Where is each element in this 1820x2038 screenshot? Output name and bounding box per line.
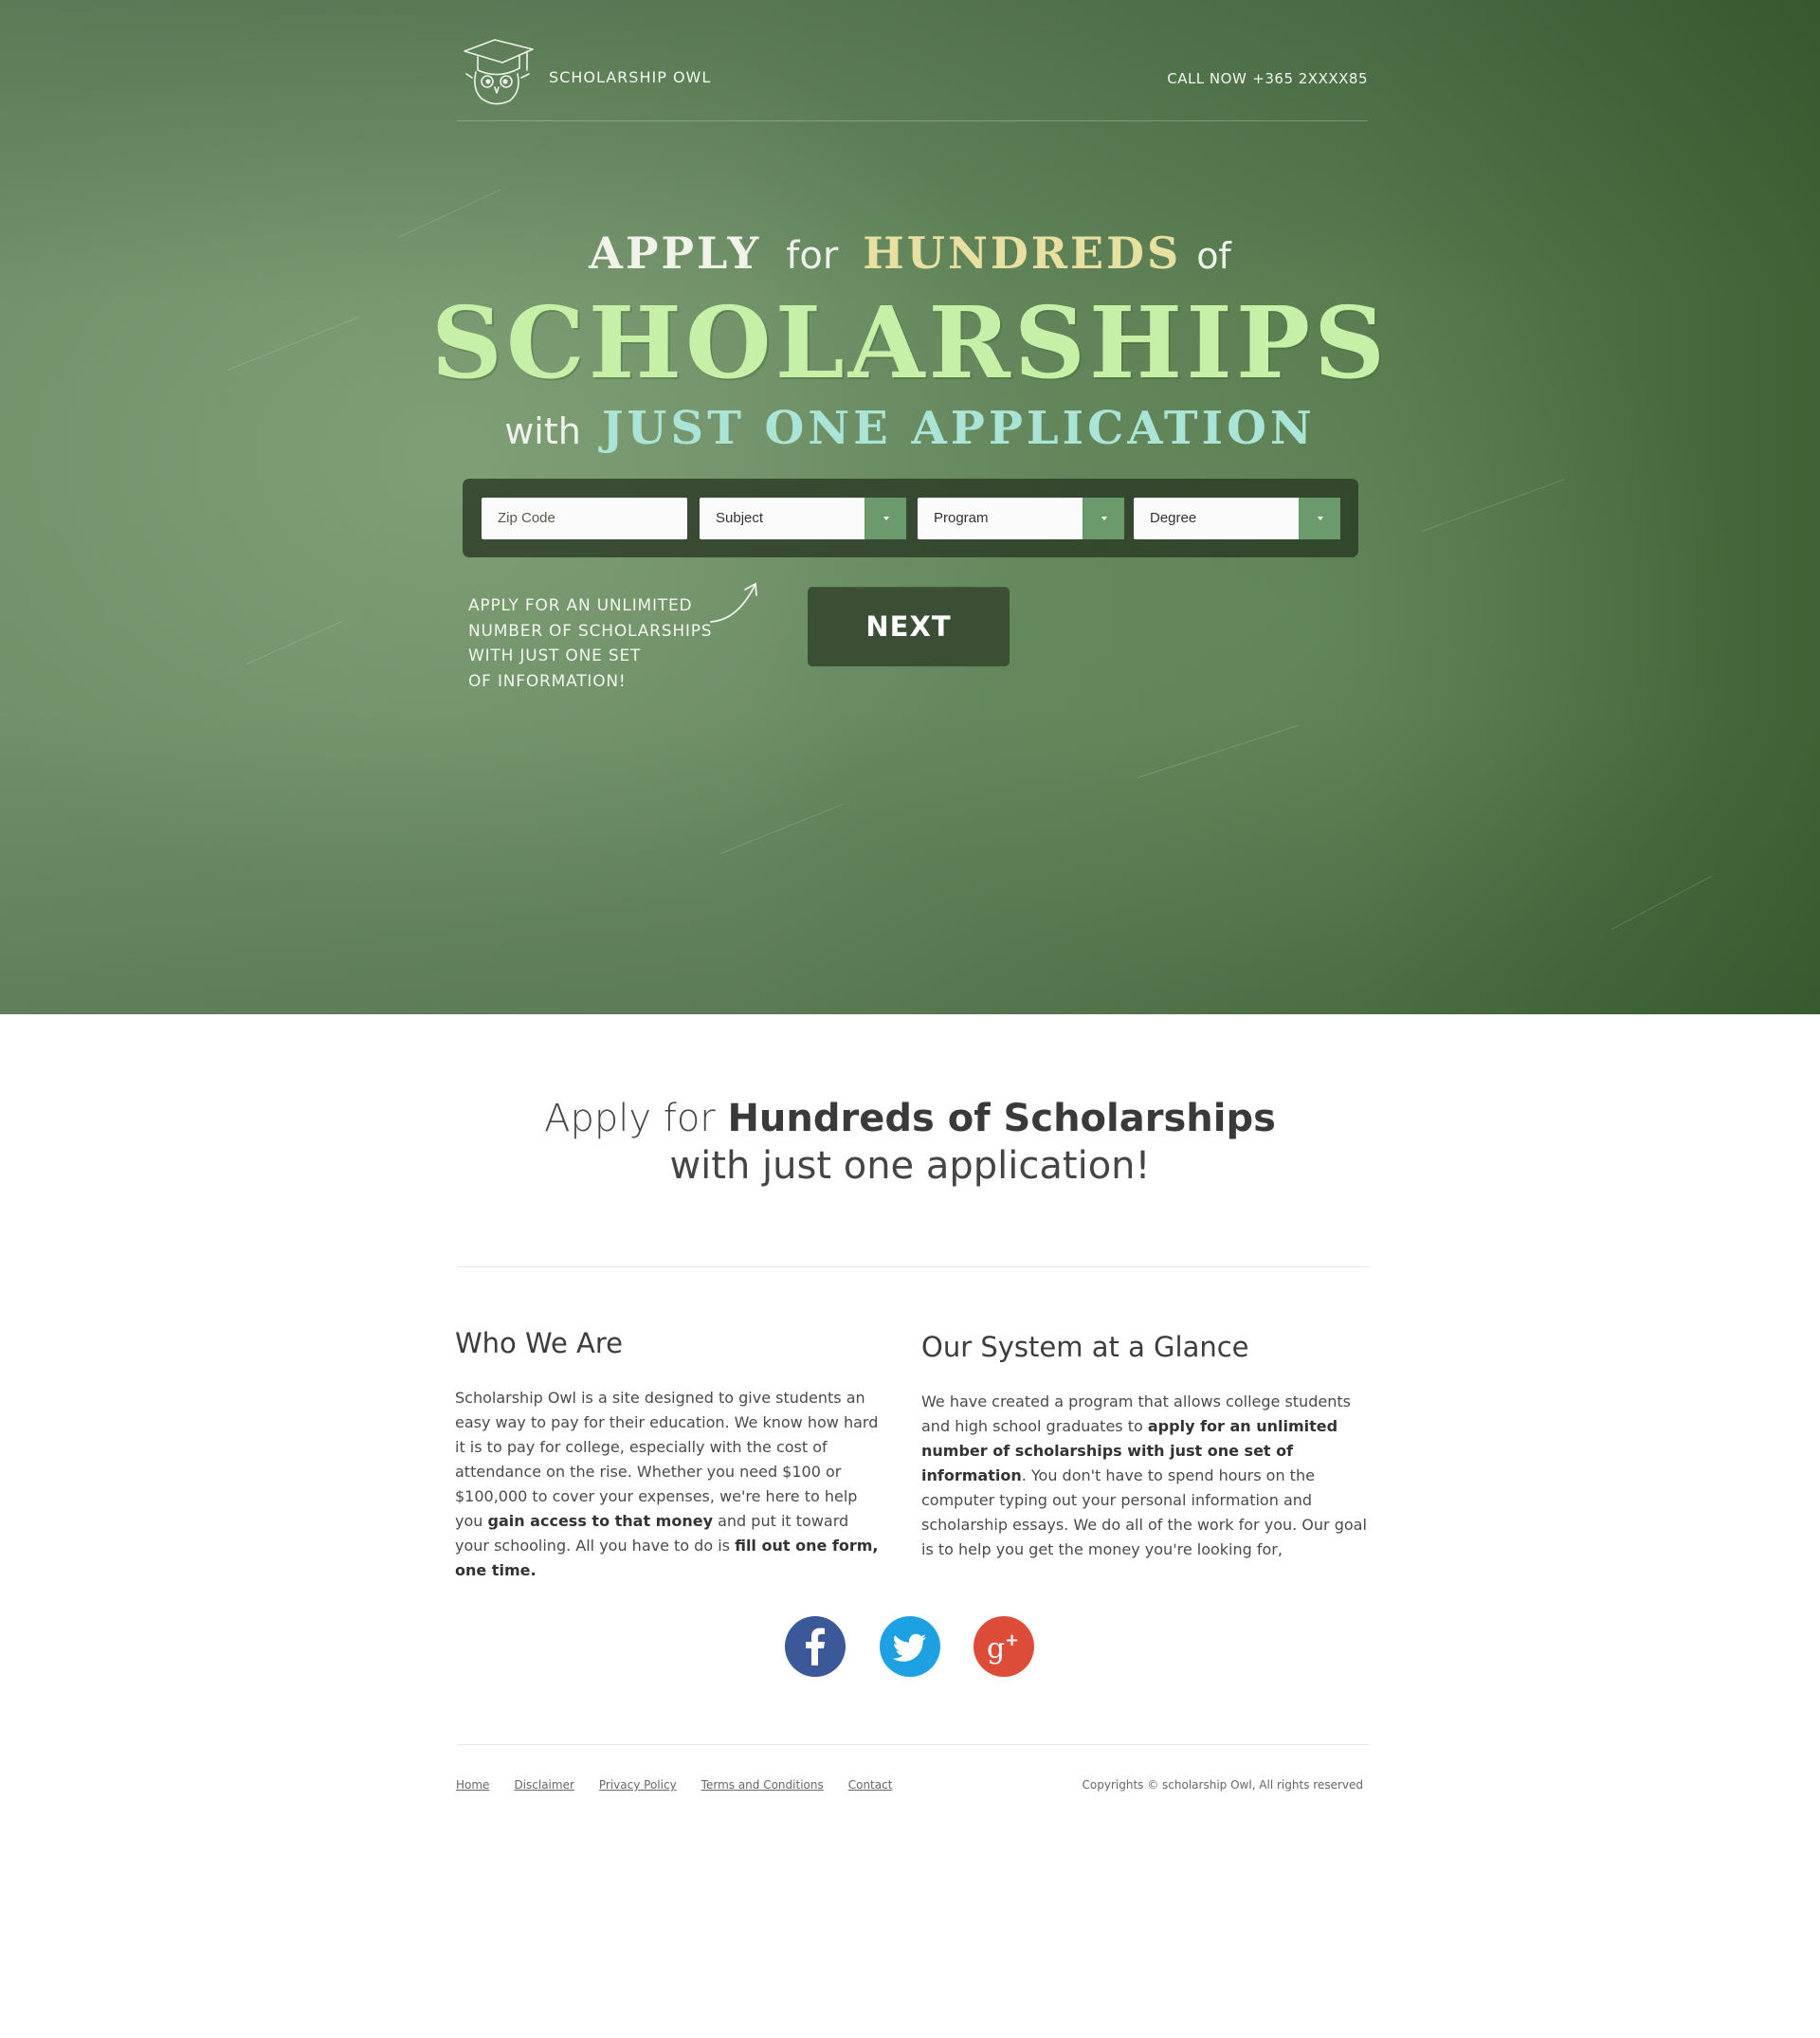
- section-divider: [457, 1266, 1370, 1267]
- chalk-scratch: [246, 621, 342, 664]
- intro-prefix: Apply for: [544, 1097, 728, 1140]
- copyright-text: Copyrights © scholarship Owl, All rights…: [1082, 1778, 1363, 1792]
- handwritten-note: APPLY FOR AN UNLIMITED NUMBER OF SCHOLAR…: [468, 593, 734, 694]
- footer-link-contact[interactable]: Contact: [848, 1778, 893, 1792]
- headline-hundreds: HUNDREDS: [863, 227, 1182, 279]
- subject-select[interactable]: Subject: [700, 498, 906, 539]
- footer-link-disclaimer[interactable]: Disclaimer: [514, 1778, 573, 1792]
- note-line: APPLY FOR AN UNLIMITED: [468, 596, 693, 615]
- headline-just-one-application: JUST ONE APPLICATION: [601, 402, 1316, 455]
- headline-of: of: [1196, 235, 1231, 277]
- text-run: Scholarship Owl is a site designed to gi…: [455, 1389, 879, 1530]
- chevron-down-icon[interactable]: [1083, 498, 1124, 539]
- footer-nav: Home Disclaimer Privacy Policy Terms and Co…: [456, 1778, 917, 1792]
- search-form: Zip Code Subject Program Degree: [463, 479, 1358, 557]
- next-button[interactable]: NEXT: [808, 587, 1010, 666]
- call-label: CALL NOW: [1167, 70, 1247, 87]
- headline-apply: APPLY: [589, 227, 762, 279]
- footer-divider: [457, 1744, 1370, 1745]
- footer-link-privacy-policy[interactable]: Privacy Policy: [599, 1778, 677, 1792]
- chalk-scratch: [1611, 875, 1713, 930]
- footer-link-terms[interactable]: Terms and Conditions: [701, 1778, 824, 1792]
- headline-for: for: [786, 234, 839, 278]
- chalk-scratch: [1421, 479, 1565, 532]
- chalk-scratch: [719, 803, 844, 854]
- chalk-scratch: [1137, 724, 1301, 778]
- note-line: NUMBER OF SCHOLARSHIPS: [468, 621, 713, 641]
- svg-text:g: g: [987, 1632, 1005, 1665]
- system-section: Our System at a Glance We have created a…: [921, 1331, 1369, 1562]
- hero-section: SCHOLARSHIP OWL CALL NOW +365 2XXXX85 APP…: [0, 0, 1820, 1014]
- program-value: Program: [934, 510, 989, 526]
- degree-value: Degree: [1150, 510, 1197, 526]
- phone-number[interactable]: +365 2XXXX85: [1252, 70, 1368, 87]
- note-line: WITH JUST ONE SET: [468, 646, 642, 665]
- system-text: We have created a program that allows co…: [921, 1390, 1369, 1562]
- footer-link-home[interactable]: Home: [456, 1778, 489, 1792]
- note-line: OF INFORMATION!: [468, 671, 627, 691]
- facebook-icon[interactable]: [785, 1616, 846, 1677]
- intro-heading: Apply for Hundreds of Scholarships: [0, 1095, 1820, 1142]
- site-header: SCHOLARSHIP OWL CALL NOW +365 2XXXX85: [457, 34, 1368, 121]
- intro-section: Apply for Hundreds of Scholarships with …: [0, 1095, 1820, 1190]
- owl-logo-icon[interactable]: [461, 36, 537, 106]
- program-select[interactable]: Program: [918, 498, 1124, 539]
- zip-code-input[interactable]: Zip Code: [482, 498, 687, 539]
- intro-subheading: with just one application!: [669, 1144, 1151, 1188]
- headline-with: with: [504, 410, 581, 452]
- who-we-are-title: Who We Are: [455, 1327, 624, 1359]
- google-plus-icon[interactable]: g +: [974, 1616, 1034, 1677]
- headline-scholarships: SCHOLARSHIPS: [430, 284, 1390, 401]
- curved-arrow-icon: [710, 582, 757, 623]
- degree-select[interactable]: Degree: [1134, 498, 1340, 539]
- svg-text:+: +: [1005, 1630, 1019, 1650]
- who-we-are-section: Who We Are Scholarship Owl is a site des…: [455, 1327, 886, 1583]
- chevron-down-icon[interactable]: [1299, 498, 1340, 539]
- brand-name[interactable]: SCHOLARSHIP OWL: [549, 68, 711, 86]
- headline-line-1: APPLY for HUNDREDS of: [0, 227, 1820, 279]
- zip-code-placeholder: Zip Code: [498, 510, 555, 526]
- intro-bold: Hundreds of Scholarships: [727, 1097, 1276, 1140]
- subject-value: Subject: [716, 510, 764, 526]
- system-title: Our System at a Glance: [921, 1331, 1249, 1363]
- twitter-icon[interactable]: [880, 1616, 940, 1677]
- who-we-are-text: Scholarship Owl is a site designed to gi…: [455, 1386, 886, 1583]
- headline-line-3: with JUST ONE APPLICATION: [0, 402, 1820, 455]
- call-now: CALL NOW +365 2XXXX85: [1167, 70, 1368, 87]
- chevron-down-icon[interactable]: [864, 498, 906, 539]
- text-bold: gain access to that money: [487, 1512, 714, 1530]
